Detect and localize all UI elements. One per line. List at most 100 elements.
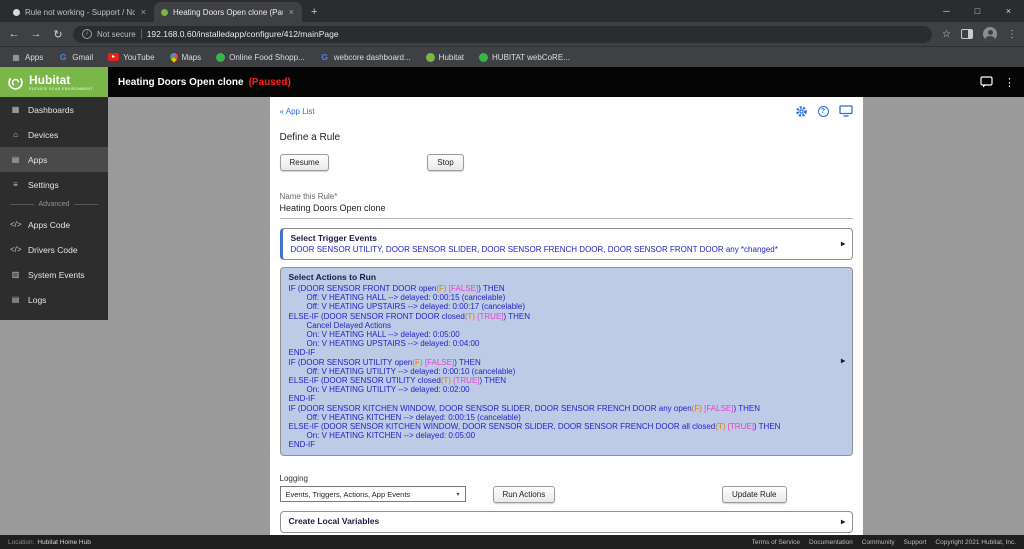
youtube-icon [108,53,120,61]
footer-link[interactable]: Terms of Service [752,539,800,546]
rule-line: Off: V HEATING UTILITY --> delayed: 0:00… [306,366,516,376]
rule-name-label: Name this Rule* [279,192,338,201]
sidebar-item-system-events[interactable]: ▥ System Events [0,262,108,287]
trigger-section-title: Select Trigger Events [290,233,377,243]
stop-button[interactable]: Stop [427,154,464,171]
logging-level-select[interactable]: Events, Triggers, Actions, App Events ▾ [279,486,466,503]
url-divider [140,29,142,39]
apps-icon: ▤ [11,155,20,164]
logs-icon: ▤ [11,295,20,304]
bookmark-label: Hubitat [438,52,465,62]
sidebar-item-apps[interactable]: ▤ Apps [0,147,108,172]
footer-link[interactable]: Support [904,539,927,546]
maps-icon [167,51,180,63]
sidebar: ▦ Dashboards ⌂ Devices ▤ Apps ≡ Settings Advance… [0,97,108,320]
bookmark-item[interactable]: Hubitat [425,52,465,62]
footer-link[interactable]: Community [862,539,895,546]
sidebar-item-drivers-code[interactable]: </> Drivers Code [0,237,108,262]
logging-label: Logging [279,473,308,483]
bookmark-item[interactable]: Maps [167,51,201,63]
display-icon[interactable] [838,105,853,117]
rule-line: Off: V HEATING HALL --> delayed: 0:00:15… [306,293,506,303]
browser-tab[interactable]: Heating Doors Open clone (Pau... × [154,2,302,22]
new-tab-button[interactable]: + [311,6,317,18]
bookmark-star-icon[interactable]: ☆ [942,29,951,40]
bookmark-item[interactable]: YouTube [108,53,155,62]
bookmark-item[interactable]: ▦ Apps [11,52,43,62]
rule-line: On: V HEATING HALL --> delayed: 0:05:00 [306,330,460,340]
sidebar-item-apps-code[interactable]: </> Apps Code [0,212,108,237]
gear-icon[interactable] [795,105,808,118]
close-icon[interactable]: × [993,0,1024,22]
tab-title: Rule not working - Support / No... [25,7,135,17]
profile-avatar[interactable] [983,27,997,41]
page-title: Define a Rule [279,132,341,143]
bookmark-label: Online Food Shopp... [229,52,305,62]
forward-icon[interactable]: → [29,28,43,40]
bookmark-item[interactable]: Gwebcore dashboard... [320,52,411,62]
bookmark-item[interactable]: G Gmail [58,52,93,62]
back-icon[interactable]: ← [7,28,21,40]
local-variables-section[interactable]: Create Local Variables ▶ [279,510,853,533]
header-menu-icon[interactable]: ⋮ [1004,76,1015,89]
rule-line: END-IF [288,348,316,358]
drivers-code-icon: </> [10,245,22,254]
browser-toolbar: ← → ↻ i Not secure 192.168.0.60/installe… [0,22,1024,46]
page-body: ▦ Dashboards ⌂ Devices ▤ Apps ≡ Settings Advance… [0,97,1024,535]
devices-icon: ⌂ [13,130,18,139]
brand-name: Hubitat [29,72,71,87]
logging-controls-row: Events, Triggers, Actions, App Events ▾ … [279,485,853,503]
maximize-icon[interactable]: □ [962,0,993,22]
refresh-icon[interactable]: ↻ [51,28,65,41]
browser-tab[interactable]: Rule not working - Support / No... × [6,2,154,22]
brand-tagline: ELEVATE YOUR ENVIRONMENT [29,86,93,91]
settings-icon: ≡ [13,180,18,189]
url-bar[interactable]: i Not secure 192.168.0.60/installedapp/c… [73,25,933,43]
tab-close-icon[interactable]: × [140,7,147,17]
chat-icon[interactable] [980,76,993,88]
rule-state-buttons: Resume Stop [279,154,853,171]
bookmark-item[interactable]: HUBITAT webCoRE... [479,52,570,62]
trigger-section-content: DOOR SENSOR UTILITY, DOOR SENSOR SLIDER,… [290,245,778,254]
rule-name-input[interactable]: Heating Doors Open clone [279,203,853,219]
side-panel-icon[interactable] [961,29,973,39]
dashboards-icon: ▦ [11,105,20,114]
brand-text: Hubitat ELEVATE YOUR ENVIRONMENT [29,74,93,91]
page-area: « App List ? Define a Rule Resume Stop N… [108,97,1024,535]
rule-line: Off: V HEATING UPSTAIRS --> delayed: 0:0… [306,302,526,312]
app-header: Hubitat ELEVATE YOUR ENVIRONMENT Heating… [0,67,1024,97]
sidebar-item-dashboards[interactable]: ▦ Dashboards [0,97,108,122]
rule-line: IF (DOOR SENSOR UTILITY open(F) [FALSE])… [288,357,481,367]
sidebar-item-devices[interactable]: ⌂ Devices [0,122,108,147]
url-text: 192.168.0.60/installedapp/configure/412/… [146,29,339,39]
footer-link[interactable]: Documentation [809,539,853,546]
bookmark-label: Gmail [72,52,94,62]
actions-section[interactable]: Select Actions to Run IF (DOOR SENSOR FR… [279,267,853,456]
rule-line: IF (DOOR SENSOR KITCHEN WINDOW, DOOR SEN… [288,403,761,413]
divider-line [10,204,35,205]
update-rule-button[interactable]: Update Rule [722,485,787,503]
tab-close-icon[interactable]: × [288,7,295,17]
sidebar-item-logs[interactable]: ▤ Logs [0,287,108,312]
status-footer: Location: Hubitat Home Hub Terms of Serv… [0,535,1024,549]
minimize-icon[interactable]: ─ [931,0,962,22]
hubitat-logo-icon [8,74,23,90]
browser-menu-icon[interactable]: ⋮ [1007,29,1017,40]
app-list-back-link[interactable]: « App List [280,107,315,116]
sidebar-item-label: Devices [28,129,59,140]
trigger-events-section[interactable]: Select Trigger Events DOOR SENSOR UTILIT… [279,228,853,260]
hubitat-logo[interactable]: Hubitat ELEVATE YOUR ENVIRONMENT [0,67,108,97]
rule-lines: IF (DOOR SENSOR FRONT DOOR open(F) [FALS… [289,284,834,450]
help-icon[interactable]: ? [817,105,829,117]
google-g-icon: G [321,52,329,62]
sidebar-item-settings[interactable]: ≡ Settings [0,172,108,197]
rule-line: IF (DOOR SENSOR FRONT DOOR open(F) [FALS… [288,284,505,293]
resume-button[interactable]: Resume [279,154,330,171]
sidebar-item-label: Apps [28,154,48,165]
rule-editor-card: « App List ? Define a Rule Resume Stop N… [269,97,863,535]
expand-arrow-icon: ▶ [840,358,846,365]
bookmark-item[interactable]: Online Food Shopp... [216,52,305,62]
run-actions-button[interactable]: Run Actions [492,485,556,503]
rule-line: On: V HEATING UPSTAIRS --> delayed: 0:04… [306,339,480,349]
bookmark-label: webcore dashboard... [333,52,411,62]
